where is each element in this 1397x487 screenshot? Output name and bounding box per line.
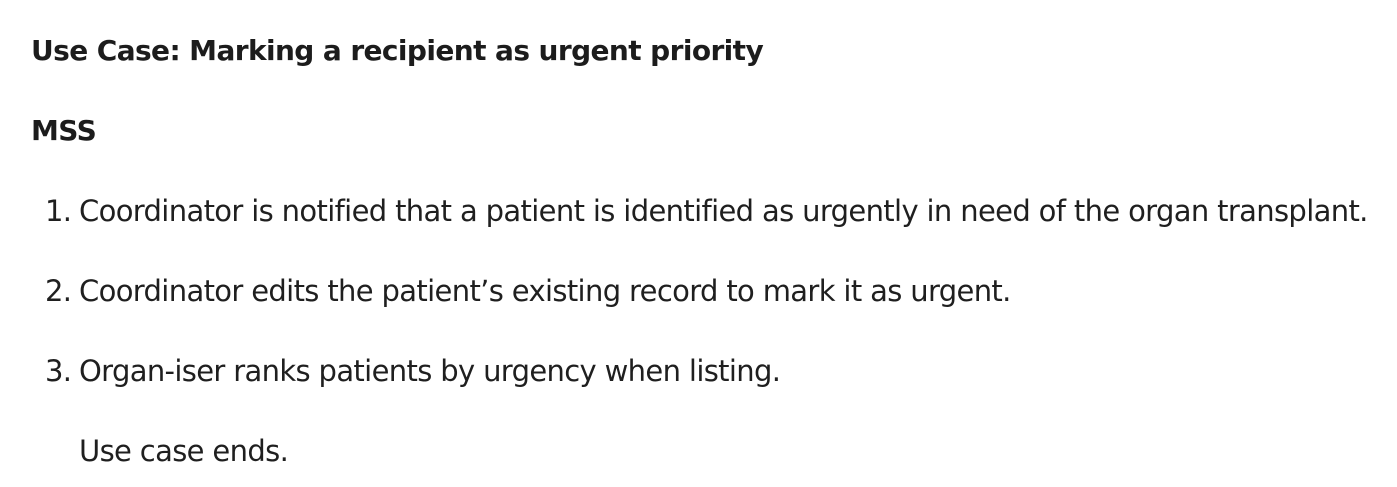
use-case-title: Use Case: Marking a recipient as urgent … (31, 34, 764, 67)
step-text: Organ-iser ranks patients by urgency whe… (79, 354, 781, 388)
document: Use Case: Marking a recipient as urgent … (0, 0, 1397, 487)
use-case-ends-text: Use case ends. (79, 434, 289, 468)
step-number: 2. (45, 274, 72, 308)
mss-heading: MSS (31, 114, 97, 147)
step-number: 3. (45, 354, 72, 388)
step-number: 1. (45, 194, 72, 228)
step-text: Coordinator edits the patient’s existing… (79, 274, 1011, 308)
step-text: Coordinator is notified that a patient i… (79, 194, 1368, 228)
